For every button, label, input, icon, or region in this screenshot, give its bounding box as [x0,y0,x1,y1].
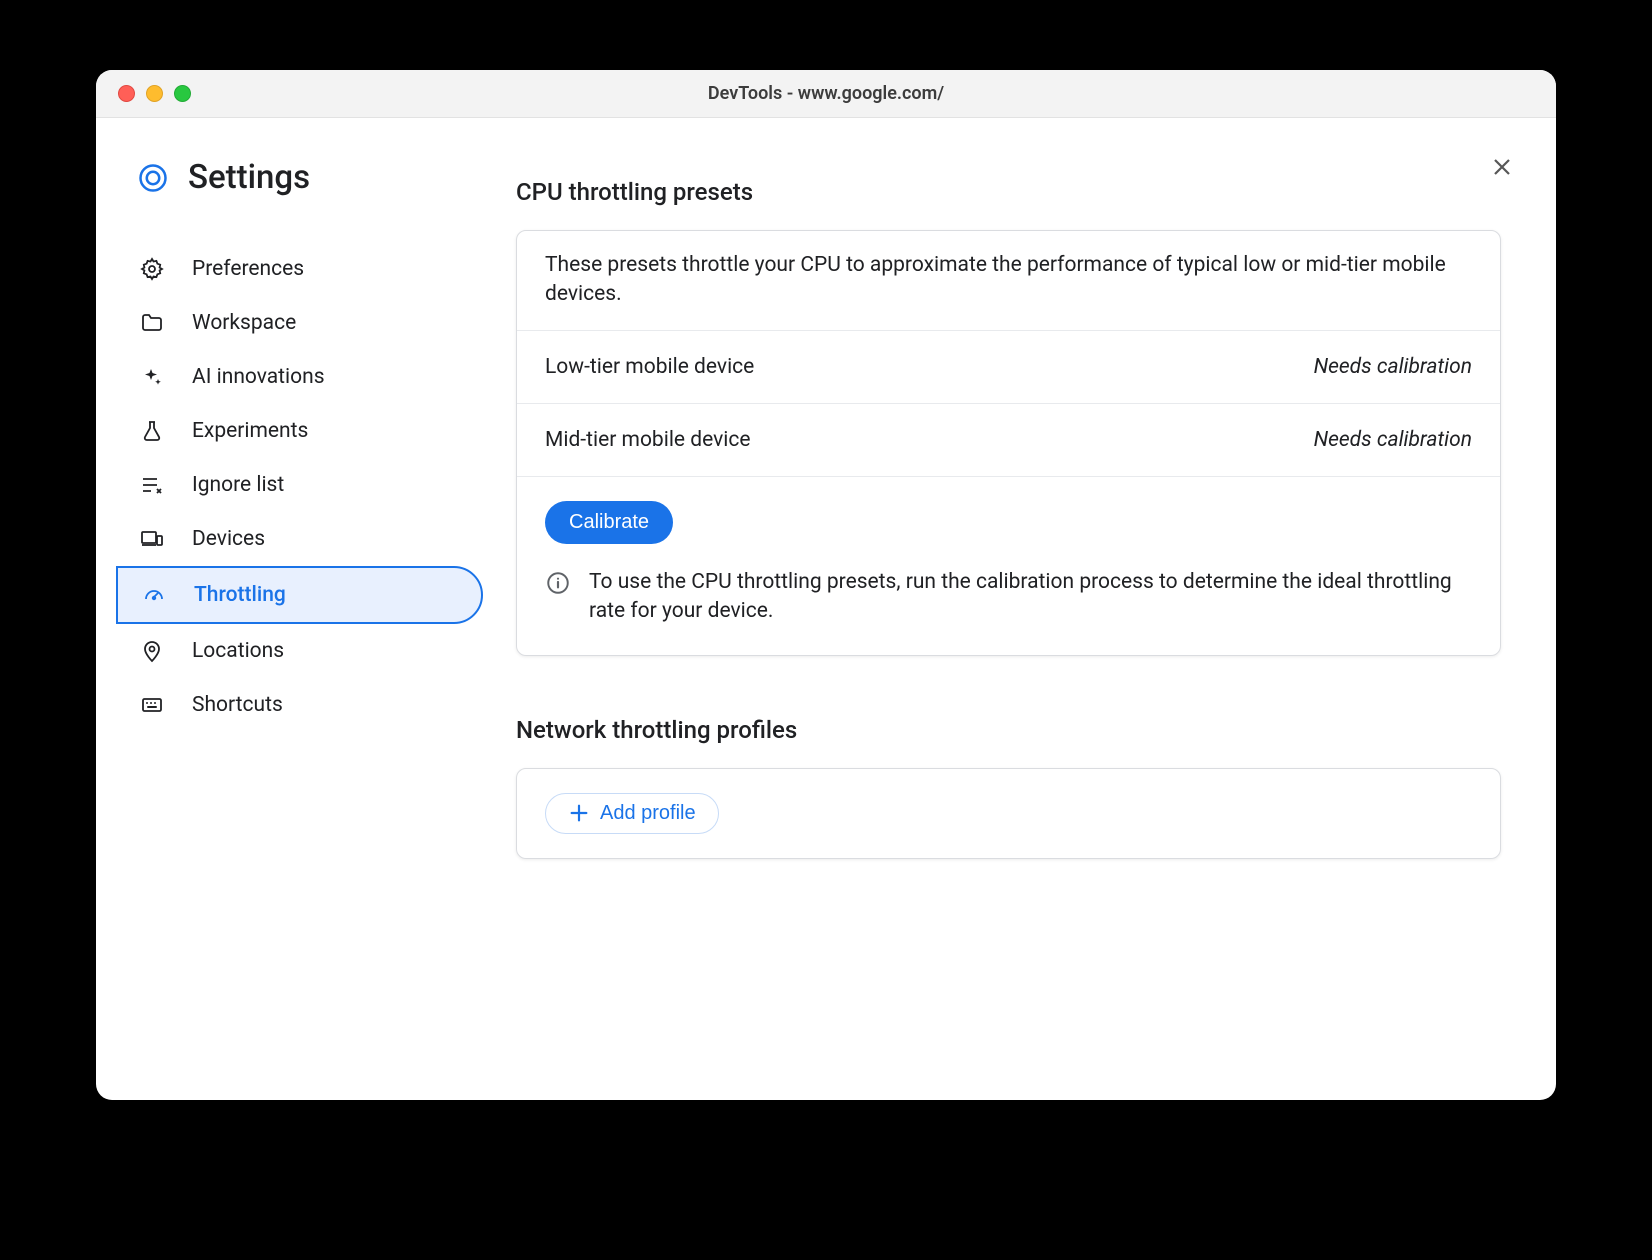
settings-sidebar: Settings Preferences [96,118,491,1100]
cpu-presets-description: These presets throttle your CPU to appro… [517,231,1500,331]
sidebar-item-label: Workspace [192,311,296,335]
window-maximize-button[interactable] [174,85,191,102]
add-profile-button[interactable]: Add profile [545,793,719,834]
sidebar-item-label: Preferences [192,257,304,281]
calibration-info: To use the CPU throttling presets, run t… [545,568,1472,627]
main-panel: CPU throttling presets These presets thr… [491,118,1556,1100]
sidebar-item-locations[interactable]: Locations [116,624,483,678]
settings-title: Settings [188,158,310,197]
keyboard-icon [140,693,164,717]
plus-icon [568,802,590,824]
devtools-icon [138,163,168,193]
settings-nav: Preferences Workspace [116,242,491,732]
sidebar-item-preferences[interactable]: Preferences [116,242,483,296]
preset-status: Needs calibration [1314,428,1472,452]
sidebar-item-experiments[interactable]: Experiments [116,404,483,458]
cpu-presets-footer: Calibrate To use the CPU throttling pres… [517,477,1500,655]
network-profiles-card: Add profile [516,768,1501,859]
calibrate-button[interactable]: Calibrate [545,501,673,544]
preset-status: Needs calibration [1314,355,1472,379]
gear-icon [140,257,164,281]
sidebar-item-ai-innovations[interactable]: AI innovations [116,350,483,404]
calibration-info-text: To use the CPU throttling presets, run t… [589,568,1472,627]
window-title: DevTools - www.google.com/ [96,83,1556,104]
cpu-presets-heading: CPU throttling presets [516,178,1501,206]
window-close-button[interactable] [118,85,135,102]
cpu-presets-card: These presets throttle your CPU to appro… [516,230,1501,656]
window-minimize-button[interactable] [146,85,163,102]
sidebar-item-label: Experiments [192,419,308,443]
settings-header: Settings [116,158,491,197]
preset-row-mid-tier: Mid-tier mobile device Needs calibration [517,404,1500,477]
speedometer-icon [142,583,166,607]
sidebar-item-label: Ignore list [192,473,284,497]
info-icon [545,570,571,596]
preset-row-low-tier: Low-tier mobile device Needs calibration [517,331,1500,404]
sidebar-item-label: Shortcuts [192,693,283,717]
sparkle-icon [140,365,164,389]
sidebar-item-label: Throttling [194,583,286,607]
sidebar-item-ignore-list[interactable]: Ignore list [116,458,483,512]
location-pin-icon [140,639,164,663]
titlebar: DevTools - www.google.com/ [96,70,1556,118]
content-area: Settings Preferences [96,118,1556,1100]
sidebar-item-devices[interactable]: Devices [116,512,483,566]
network-profiles-heading: Network throttling profiles [516,716,1501,744]
sidebar-item-label: Devices [192,527,265,551]
devtools-window: DevTools - www.google.com/ Settings [96,70,1556,1100]
sidebar-item-label: Locations [192,639,284,663]
sidebar-item-throttling[interactable]: Throttling [116,566,483,624]
preset-name: Low-tier mobile device [545,355,754,379]
preset-name: Mid-tier mobile device [545,428,751,452]
add-profile-label: Add profile [600,802,696,825]
window-traffic-lights [118,85,191,102]
sidebar-item-workspace[interactable]: Workspace [116,296,483,350]
list-x-icon [140,473,164,497]
sidebar-item-shortcuts[interactable]: Shortcuts [116,678,483,732]
sidebar-item-label: AI innovations [192,365,325,389]
close-icon[interactable] [1488,153,1516,181]
devices-icon [140,527,164,551]
folder-icon [140,311,164,335]
flask-icon [140,419,164,443]
